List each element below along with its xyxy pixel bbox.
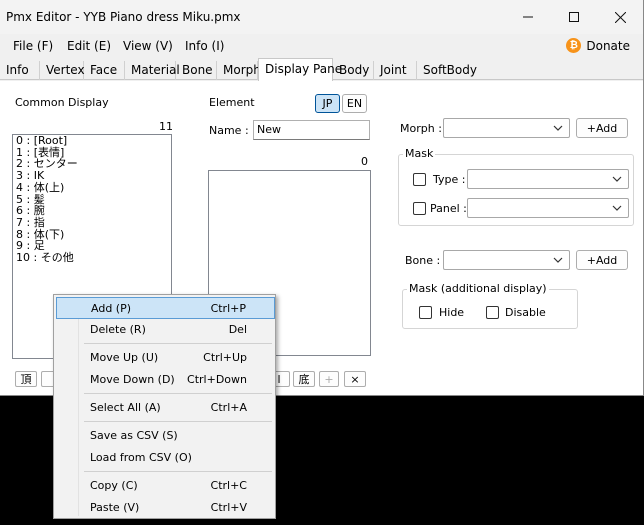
close-button[interactable] xyxy=(597,0,643,34)
window-title: Pmx Editor - YYB Piano dress Miku.pmx xyxy=(6,10,241,24)
menu-item-move-up[interactable]: Move Up (U) Ctrl+Up xyxy=(56,347,275,369)
menu-item-save-as-csv[interactable]: Save as CSV (S) xyxy=(56,425,275,447)
add-element-button[interactable]: + xyxy=(319,371,339,387)
tab-bar: Info Vertex Face Material Bone Morph Dis… xyxy=(0,58,643,81)
menu-item-label: Copy (C) xyxy=(90,479,138,492)
bone-add-button[interactable]: +Add xyxy=(576,250,628,270)
menu-item-label: Paste (V) xyxy=(90,501,140,514)
menu-item-select-all[interactable]: Select All (A) Ctrl+A xyxy=(56,397,275,419)
element-count: 0 xyxy=(361,155,368,168)
menu-item-shortcut: Ctrl+P xyxy=(210,302,246,315)
disable-label: Disable xyxy=(505,306,546,319)
list-item[interactable]: 4 : 体(上) xyxy=(13,182,171,194)
chevron-down-icon xyxy=(612,176,622,182)
panel-select[interactable] xyxy=(467,198,629,218)
minimize-icon xyxy=(523,16,533,18)
type-checkbox[interactable] xyxy=(413,173,426,186)
menu-item-label: Delete (R) xyxy=(90,323,146,336)
donate-label: Donate xyxy=(586,38,630,53)
menu-item-shortcut: Ctrl+Down xyxy=(187,373,247,386)
bone-mask-group: Mask (additional display) Hide Disable xyxy=(402,282,578,329)
minimize-button[interactable] xyxy=(505,0,551,34)
chevron-down-icon xyxy=(553,257,563,263)
element-label: Element xyxy=(209,96,255,109)
tab-joint[interactable]: Joint xyxy=(374,61,417,80)
context-menu: Add (P) Ctrl+P Delete (R) Del Move Up (U) Ctr… xyxy=(53,294,276,519)
morph-select[interactable] xyxy=(443,118,570,138)
tab-bone[interactable]: Bone xyxy=(176,61,217,80)
morph-mask-group: Mask Type : Panel : xyxy=(398,147,634,226)
maximize-button[interactable] xyxy=(551,0,597,34)
bone-mask-title: Mask (additional display) xyxy=(407,282,549,295)
menu-item-shortcut: Ctrl+V xyxy=(210,501,247,514)
menu-file[interactable]: File (F) xyxy=(13,39,53,53)
menu-separator xyxy=(84,471,272,472)
hide-checkbox[interactable] xyxy=(419,306,432,319)
menu-view[interactable]: View (V) xyxy=(123,39,173,53)
chevron-down-icon xyxy=(612,205,622,211)
tab-display-pane[interactable]: Display Pane xyxy=(258,58,342,81)
name-input[interactable]: New xyxy=(253,120,370,140)
menu-item-label: Load from CSV (O) xyxy=(90,451,192,464)
menu-bar: File (F) Edit (E) View (V) Info (I) ₿ Do… xyxy=(0,36,643,56)
remove-element-button[interactable]: × xyxy=(344,371,366,387)
title-bar: Pmx Editor - YYB Piano dress Miku.pmx xyxy=(0,0,643,34)
menu-item-shortcut: Del xyxy=(228,323,247,336)
menu-item-delete[interactable]: Delete (R) Del xyxy=(56,319,275,341)
menu-item-label: Move Up (U) xyxy=(90,351,159,364)
menu-item-paste[interactable]: Paste (V) Ctrl+V xyxy=(56,497,275,519)
chevron-down-icon xyxy=(553,125,563,131)
menu-item-label: Select All (A) xyxy=(90,401,161,414)
type-label: Type : xyxy=(433,173,466,186)
menu-item-load-from-csv[interactable]: Load from CSV (O) xyxy=(56,447,275,469)
tab-body[interactable]: Body xyxy=(333,61,374,80)
tab-material[interactable]: Material xyxy=(125,61,180,80)
menu-item-copy[interactable]: Copy (C) Ctrl+C xyxy=(56,475,275,497)
menu-item-add[interactable]: Add (P) Ctrl+P xyxy=(56,297,275,319)
lang-jp-button[interactable]: JP xyxy=(315,94,340,113)
menu-info[interactable]: Info (I) xyxy=(185,39,224,53)
menu-item-label: Add (P) xyxy=(91,302,132,315)
menu-separator xyxy=(84,393,272,394)
menu-edit[interactable]: Edit (E) xyxy=(67,39,111,53)
type-select[interactable] xyxy=(467,169,629,189)
menu-separator xyxy=(84,421,272,422)
tab-info[interactable]: Info xyxy=(0,61,40,80)
maximize-icon xyxy=(569,12,579,22)
common-display-count: 11 xyxy=(159,120,173,133)
list-item[interactable]: 10 : その他 xyxy=(13,252,171,264)
common-display-label: Common Display xyxy=(15,96,109,109)
menu-item-move-down[interactable]: Move Down (D) Ctrl+Down xyxy=(56,369,275,391)
list-item[interactable]: 7 : 指 xyxy=(13,217,171,229)
hide-label: Hide xyxy=(439,306,465,319)
name-label: Name : xyxy=(209,124,249,137)
lang-en-button[interactable]: EN xyxy=(342,94,367,113)
bone-label: Bone : xyxy=(405,254,441,267)
move-top-button[interactable]: 頂 xyxy=(15,371,37,387)
menu-separator xyxy=(84,343,272,344)
bitcoin-icon: ₿ xyxy=(566,38,582,53)
morph-mask-title: Mask xyxy=(403,147,436,160)
close-icon xyxy=(614,11,626,23)
donate-button[interactable]: ₿ Donate xyxy=(566,38,630,53)
bone-select[interactable] xyxy=(443,250,570,270)
morph-label: Morph : xyxy=(400,122,442,135)
menu-item-shortcut: Ctrl+C xyxy=(210,479,247,492)
tab-softbody[interactable]: SoftBody xyxy=(417,61,477,80)
morph-add-button[interactable]: +Add xyxy=(576,118,628,138)
menu-item-label: Save as CSV (S) xyxy=(90,429,178,442)
menu-item-label: Move Down (D) xyxy=(90,373,175,386)
tab-face[interactable]: Face xyxy=(84,61,125,80)
panel-checkbox[interactable] xyxy=(413,202,426,215)
list-item[interactable]: 0 : [Root] xyxy=(13,135,171,147)
tab-vertex[interactable]: Vertex xyxy=(40,61,85,80)
menu-item-shortcut: Ctrl+Up xyxy=(203,351,247,364)
disable-checkbox[interactable] xyxy=(486,306,499,319)
tab-morph[interactable]: Morph xyxy=(217,61,261,80)
panel-label: Panel : xyxy=(430,202,467,215)
menu-item-shortcut: Ctrl+A xyxy=(210,401,247,414)
move-bottom-button[interactable]: 底 xyxy=(293,371,315,387)
